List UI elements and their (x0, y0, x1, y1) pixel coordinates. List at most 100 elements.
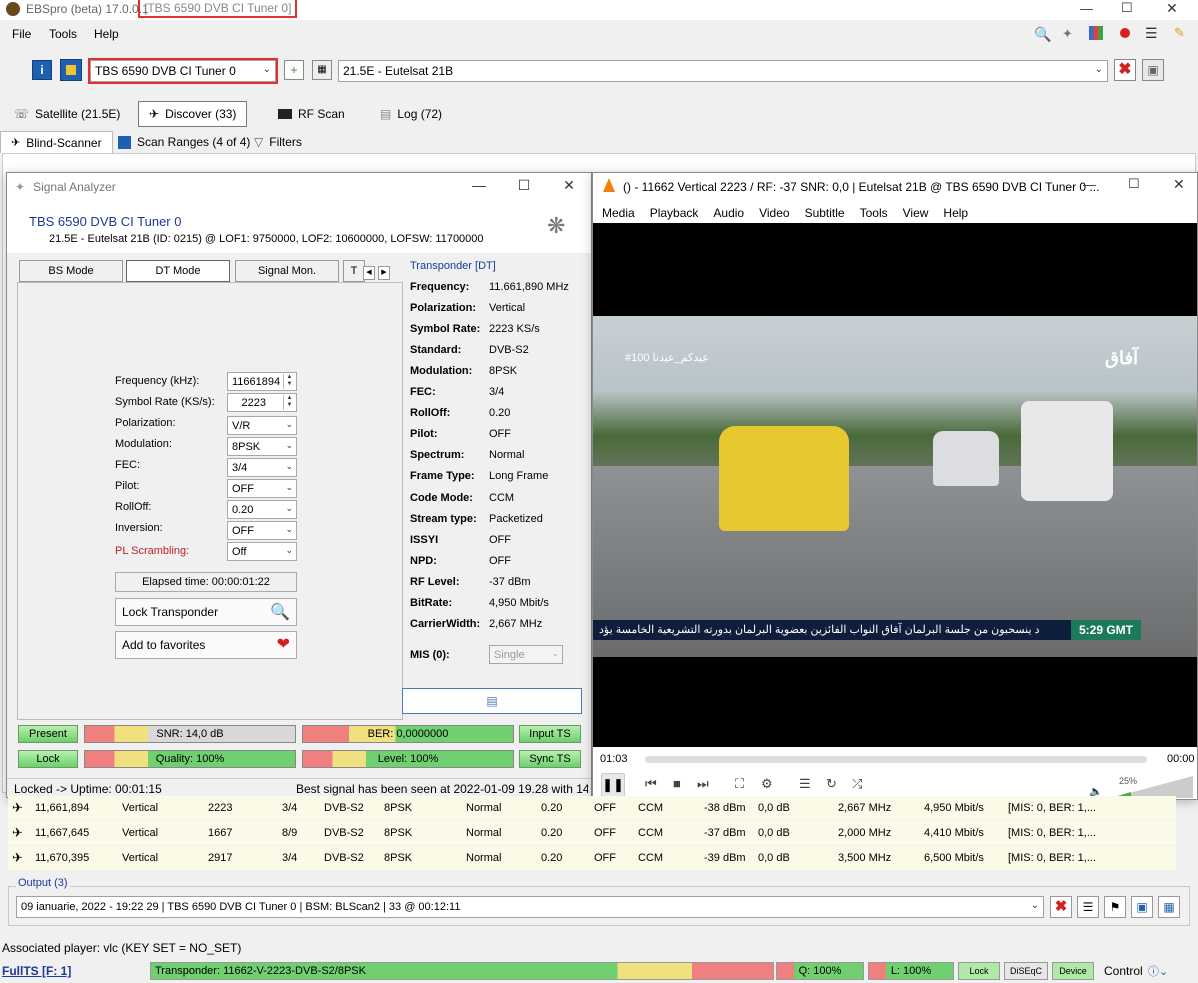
maximize-icon[interactable]: ☐ (504, 177, 544, 194)
maximize-icon[interactable]: ☐ (1121, 0, 1133, 16)
save-output-button[interactable]: ▣ (1131, 896, 1153, 918)
pause-button[interactable]: ❚❚ (601, 773, 625, 797)
pin-icon[interactable]: ✎ (1174, 25, 1185, 41)
maximize-icon[interactable]: ☐ (1128, 176, 1140, 192)
inversion-select[interactable]: OFF ⌄ (227, 521, 297, 540)
tab-discover[interactable]: ✈ Discover (33) (138, 101, 248, 127)
stop-button[interactable]: ✖ (1114, 59, 1136, 81)
output-select[interactable]: 09 ianuarie, 2022 - 19:22 29 | TBS 6590 … (16, 896, 1044, 918)
lock-transponder-button[interactable]: Lock Transponder 🔍 (115, 598, 297, 626)
subtab-filters[interactable]: ▽ Filters (244, 131, 312, 153)
tab-satellite[interactable]: ☏ Satellite (21.5E) (4, 101, 130, 127)
table-row[interactable]: ✈ 11,661,894 Vertical 2223 3/4 DVB-S2 8PSK Norm… (8, 796, 1176, 820)
control-dropdown-icon[interactable]: ⓘ⌄ (1148, 963, 1168, 979)
list-icon[interactable]: ☰ (1145, 25, 1158, 42)
mis-select[interactable]: Single ⌄ (489, 645, 563, 664)
control-label[interactable]: Control (1104, 964, 1143, 978)
tuner-select[interactable]: TBS 6590 DVB CI Tuner 0 ⌄ (88, 58, 278, 84)
shuffle-icon[interactable]: ⤮ (852, 776, 862, 792)
mode-signal-mon-button[interactable]: Signal Mon. (235, 260, 339, 282)
search-icon[interactable]: 🔍 (1034, 26, 1051, 43)
subtab-blind-scanner[interactable]: ✈ Blind-Scanner (0, 131, 113, 153)
vlc-menu-view[interactable]: View (903, 206, 929, 220)
seek-bar[interactable] (645, 756, 1147, 763)
satellite-select[interactable]: 21.5E - Eutelsat 21B ⌄ (338, 60, 1108, 82)
level-text: Level: 100% (377, 753, 439, 765)
subtab-label: Blind-Scanner (26, 135, 102, 150)
tuner-settings-button[interactable]: ▦ (312, 60, 332, 80)
vlc-menu-subtitle[interactable]: Subtitle (805, 206, 845, 220)
fec-select[interactable]: 3/4 ⌄ (227, 458, 297, 477)
table-row[interactable]: ✈ 11,670,395 Vertical 2917 3/4 DVB-S2 8PSK Norm… (8, 846, 1176, 870)
polarization-select[interactable]: V/R ⌄ (227, 416, 297, 435)
scroll-right-button[interactable]: ▶ (378, 266, 390, 280)
info-button[interactable]: i (32, 60, 52, 80)
chart-icon[interactable] (1089, 26, 1103, 40)
minimize-icon[interactable]: — (459, 177, 499, 193)
minimize-icon[interactable]: — (1083, 177, 1096, 192)
clear-output-button[interactable]: ✖ (1050, 896, 1072, 918)
vlc-menu-audio[interactable]: Audio (713, 206, 744, 220)
equalizer-icon[interactable]: ⚙ (761, 776, 773, 792)
mode-bs-button[interactable]: BS Mode (19, 260, 123, 282)
save-button[interactable]: ▣ (1142, 59, 1164, 81)
playlist-icon[interactable]: ☰ (799, 776, 811, 792)
minimize-icon[interactable]: — (1080, 1, 1093, 16)
vlc-menu-help[interactable]: Help (943, 206, 968, 220)
inversion-value: OFF (232, 524, 254, 537)
rolloff-select[interactable]: 0.20 ⌄ (227, 500, 297, 519)
pilot-value: OFF (232, 482, 254, 495)
loop-icon[interactable]: ↻ (826, 776, 837, 792)
menu-help[interactable]: Help (94, 27, 119, 41)
table-cell: 8PSK (384, 852, 413, 864)
pl-scrambling-select[interactable]: Off ⌄ (227, 542, 297, 561)
frequency-input[interactable]: 11661894 ▲ ▼ (227, 372, 297, 391)
vlc-menu-video[interactable]: Video (759, 206, 789, 220)
tab-rf-scan[interactable]: RF Scan (268, 101, 355, 127)
vlc-menu-playback[interactable]: Playback (650, 206, 699, 220)
menu-file[interactable]: File (12, 27, 31, 41)
video-area[interactable]: #100 عيدكم_عيدنا آفاق د ينسحبون من جلسة … (593, 223, 1197, 747)
fullscreen-icon[interactable]: ⛶ (735, 776, 744, 792)
table-cell: 11,667,645 (35, 827, 90, 839)
close-icon[interactable]: ✕ (1173, 176, 1185, 193)
table-cell: 11,670,395 (35, 852, 90, 864)
menu-bar: File Tools Help 🔍 ✦ ☰ ✎ (0, 24, 1198, 46)
stop-icon[interactable]: ■ (673, 776, 681, 791)
lock-button[interactable] (60, 59, 82, 81)
record-icon[interactable] (1120, 28, 1130, 38)
next-icon[interactable]: ⏭ (697, 776, 709, 792)
symbol-rate-input[interactable]: 2223 ▲ ▼ (227, 393, 297, 412)
previous-icon[interactable]: ⏮ (645, 776, 657, 792)
subtab-scan-ranges[interactable]: Scan Ranges (4 of 4) (108, 131, 260, 153)
fullts-link[interactable]: FullTS [F: 1] (2, 964, 71, 978)
menu-tools[interactable]: Tools (49, 27, 77, 41)
frequency-label: Frequency (kHz): (115, 375, 200, 387)
flag-button[interactable]: ⚑ (1104, 896, 1126, 918)
spectrum-button[interactable]: ▤ (402, 688, 582, 714)
table-row[interactable]: ✈ 11,667,645 Vertical 1667 8/9 DVB-S2 8PSK Norm… (8, 821, 1176, 845)
monitor-button[interactable]: ▦ (1158, 896, 1180, 918)
close-icon[interactable]: ✕ (549, 177, 589, 194)
modulation-select[interactable]: 8PSK ⌄ (227, 437, 297, 456)
spinner-icon[interactable]: ▲ ▼ (283, 395, 295, 410)
list-view-button[interactable]: ☰ (1077, 896, 1099, 918)
spinner-icon[interactable]: ▲ ▼ (283, 374, 295, 389)
pilot-select[interactable]: OFF ⌄ (227, 479, 297, 498)
table-cell: OFF (594, 827, 616, 839)
dish-icon[interactable]: ✦ (1062, 26, 1073, 42)
discover-icon: ✈ (11, 137, 21, 149)
quality-bar: Quality: 100% (84, 750, 296, 768)
indicator-label: Sync TS (529, 753, 571, 765)
tab-label: Discover (33) (165, 107, 237, 121)
mode-more-button[interactable]: T (343, 260, 365, 282)
add-tuner-button[interactable]: + (284, 60, 304, 80)
mode-dt-button[interactable]: DT Mode (126, 260, 230, 282)
close-icon[interactable]: ✕ (1166, 0, 1178, 17)
vlc-menu-media[interactable]: Media (602, 206, 635, 220)
tab-log[interactable]: ▤ Log (72) (370, 101, 452, 127)
scroll-left-button[interactable]: ◀ (363, 266, 375, 280)
vlc-menu-tools[interactable]: Tools (860, 206, 888, 220)
title-tuner: [TBS 6590 DVB CI Tuner 0] (137, 0, 298, 18)
add-favorites-button[interactable]: Add to favorites ❤ (115, 631, 297, 659)
